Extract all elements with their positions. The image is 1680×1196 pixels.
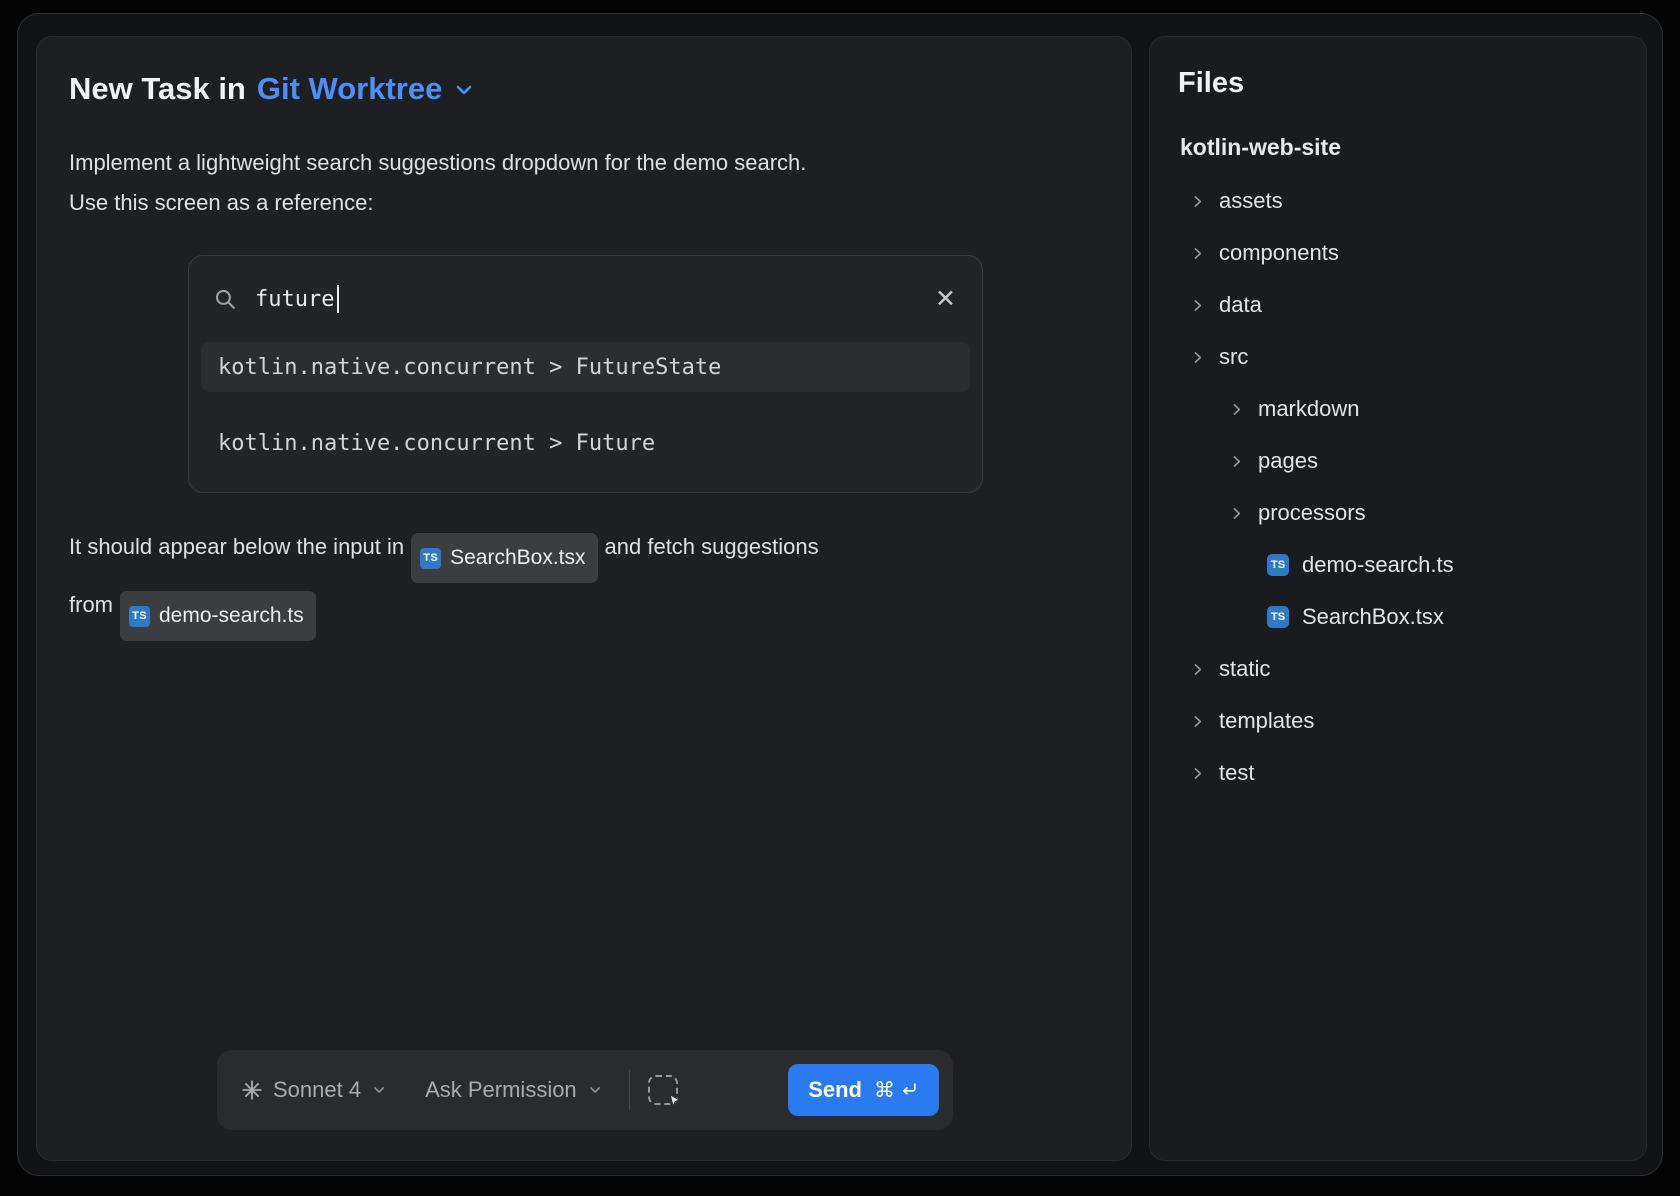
typescript-icon: TS	[1267, 606, 1289, 628]
tree-item-pages[interactable]: pages	[1178, 435, 1618, 487]
permission-label: Ask Permission	[425, 1077, 577, 1103]
tree-item-label: assets	[1219, 188, 1283, 214]
file-chip-searchbox[interactable]: TS SearchBox.tsx	[411, 533, 597, 583]
suggestion-item[interactable]: kotlin.native.concurrent > FutureState	[201, 342, 970, 392]
command-icon: ⌘	[874, 1078, 895, 1103]
send-label: Send	[808, 1077, 862, 1103]
typescript-icon: TS	[129, 606, 150, 627]
task-description-line-2: Use this screen as a reference:	[69, 183, 1099, 223]
tree-item-test[interactable]: test	[1178, 747, 1618, 799]
tree-item-label: pages	[1258, 448, 1318, 474]
new-task-panel: New Task in Git Worktree Implement a lig…	[36, 36, 1132, 1161]
file-tree: assets components data src markdown page…	[1178, 175, 1618, 799]
tree-item-label: demo-search.ts	[1302, 552, 1454, 578]
tree-item-label: markdown	[1258, 396, 1359, 422]
tree-item-static[interactable]: static	[1178, 643, 1618, 695]
instruction-part-3: from	[69, 592, 113, 617]
chevron-right-icon	[1189, 297, 1206, 314]
search-query: future	[255, 287, 334, 312]
task-description-line-1: Implement a lightweight search suggestio…	[69, 143, 1099, 183]
chevron-right-icon	[1189, 245, 1206, 262]
typescript-icon: TS	[420, 548, 441, 569]
send-button[interactable]: Send ⌘	[788, 1064, 939, 1116]
tree-item-label: processors	[1258, 500, 1366, 526]
chevron-right-icon	[1189, 349, 1206, 366]
page-title: New Task in Git Worktree	[69, 71, 1099, 107]
chevron-right-icon	[1228, 401, 1245, 418]
text-caret	[337, 285, 339, 313]
chevron-right-icon	[1189, 661, 1206, 678]
search-icon	[213, 287, 238, 312]
chevron-down-icon	[371, 1082, 387, 1098]
permission-selector[interactable]: Ask Permission	[425, 1077, 603, 1103]
sparkle-icon	[241, 1079, 263, 1101]
file-chip-demo-search[interactable]: TS demo-search.ts	[120, 591, 316, 641]
tree-item-templates[interactable]: templates	[1178, 695, 1618, 747]
tree-item-components[interactable]: components	[1178, 227, 1618, 279]
screen-select-icon[interactable]	[648, 1075, 678, 1105]
tree-item-assets[interactable]: assets	[1178, 175, 1618, 227]
instruction-part-1: It should appear below the input in	[69, 534, 404, 559]
chevron-down-icon	[587, 1082, 603, 1098]
title-prefix: New Task in	[69, 71, 246, 107]
tree-item-label: src	[1219, 344, 1248, 370]
tree-root-kotlin-web-site[interactable]: kotlin-web-site	[1178, 134, 1618, 161]
app-window: New Task in Git Worktree Implement a lig…	[17, 13, 1663, 1176]
tree-item-label: templates	[1219, 708, 1314, 734]
search-reference-mock: future ✕ kotlin.native.concurrent > Futu…	[188, 255, 983, 493]
chevron-right-icon	[1189, 765, 1206, 782]
tree-item-label: test	[1219, 760, 1254, 786]
instruction-part-2: and fetch suggestions	[605, 534, 819, 559]
composer-toolbar: Sonnet 4 Ask Permission Send ⌘	[217, 1050, 953, 1130]
tree-item-src[interactable]: src	[1178, 331, 1618, 383]
tree-item-label: SearchBox.tsx	[1302, 604, 1444, 630]
instruction-text: It should appear below the input in TS Sea…	[69, 525, 1099, 641]
tree-item-markdown[interactable]: markdown	[1178, 383, 1618, 435]
tree-item-demo-search-ts[interactable]: TS demo-search.ts	[1178, 539, 1618, 591]
tree-item-label: data	[1219, 292, 1262, 318]
files-panel: Files kotlin-web-site assets components …	[1149, 36, 1647, 1161]
worktree-selector[interactable]: Git Worktree	[257, 71, 442, 107]
chevron-right-icon	[1189, 713, 1206, 730]
chevron-right-icon	[1228, 453, 1245, 470]
tree-item-searchbox-tsx[interactable]: TS SearchBox.tsx	[1178, 591, 1618, 643]
tree-item-label: static	[1219, 656, 1270, 682]
clear-search-button[interactable]: ✕	[935, 287, 956, 312]
chevron-right-icon	[1228, 505, 1245, 522]
suggestion-item[interactable]: kotlin.native.concurrent > Future	[201, 418, 970, 468]
task-description: Implement a lightweight search suggestio…	[69, 143, 1099, 223]
chevron-right-icon	[1189, 193, 1206, 210]
model-selector[interactable]: Sonnet 4	[241, 1077, 387, 1103]
files-panel-title: Files	[1178, 67, 1618, 100]
file-chip-label: SearchBox.tsx	[450, 536, 585, 580]
send-shortcut: ⌘	[874, 1078, 919, 1103]
tree-item-label: components	[1219, 240, 1339, 266]
return-key-icon	[899, 1080, 919, 1100]
tree-item-data[interactable]: data	[1178, 279, 1618, 331]
chevron-down-icon[interactable]	[452, 78, 476, 107]
file-chip-label: demo-search.ts	[159, 594, 304, 638]
model-label: Sonnet 4	[273, 1077, 361, 1103]
typescript-icon: TS	[1267, 554, 1289, 576]
tree-item-processors[interactable]: processors	[1178, 487, 1618, 539]
search-input[interactable]: future ✕	[189, 256, 982, 342]
toolbar-divider	[629, 1070, 630, 1110]
